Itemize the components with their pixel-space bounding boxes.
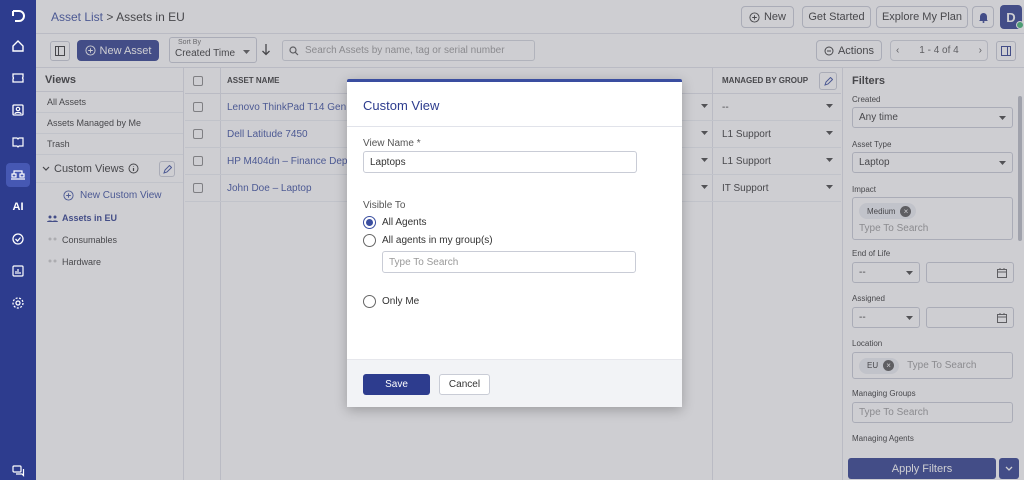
chat-icon[interactable]	[6, 458, 30, 480]
save-button[interactable]: Save	[363, 374, 430, 395]
radio-label: All agents in my group(s)	[382, 235, 493, 246]
radio-unselected-icon	[363, 234, 376, 247]
radio-unselected-icon	[363, 295, 376, 308]
home-icon[interactable]	[6, 34, 30, 58]
visible-to-all-agents-radio[interactable]: All Agents	[363, 216, 426, 229]
dialog-divider	[347, 126, 682, 127]
group-search-input[interactable]: Type To Search	[382, 251, 636, 273]
radio-label: All Agents	[382, 217, 427, 228]
settings-icon[interactable]	[6, 291, 30, 315]
visible-to-only-me-radio[interactable]: Only Me	[363, 295, 419, 308]
reports-icon[interactable]	[6, 259, 30, 283]
ai-icon[interactable]: AI	[6, 195, 30, 219]
ticket-icon[interactable]	[6, 66, 30, 90]
contacts-icon[interactable]	[6, 98, 30, 122]
view-name-label: View Name *	[363, 138, 421, 149]
radio-label: Only Me	[382, 296, 420, 307]
custom-view-dialog: Custom View View Name * Laptops Visible …	[347, 79, 682, 407]
assets-icon[interactable]	[6, 163, 30, 187]
knowledge-base-icon[interactable]	[6, 130, 30, 154]
dialog-footer: Save Cancel	[347, 359, 682, 407]
view-name-input[interactable]: Laptops	[363, 151, 637, 173]
dialog-title: Custom View	[363, 98, 440, 113]
nav-rail: AI	[0, 0, 36, 480]
tasks-icon[interactable]	[6, 227, 30, 251]
cancel-button[interactable]: Cancel	[439, 374, 490, 395]
visible-to-label: Visible To	[363, 200, 406, 211]
visible-to-my-groups-radio[interactable]: All agents in my group(s)	[363, 234, 493, 247]
app-logo-icon[interactable]	[6, 4, 30, 28]
radio-selected-icon	[363, 216, 376, 229]
